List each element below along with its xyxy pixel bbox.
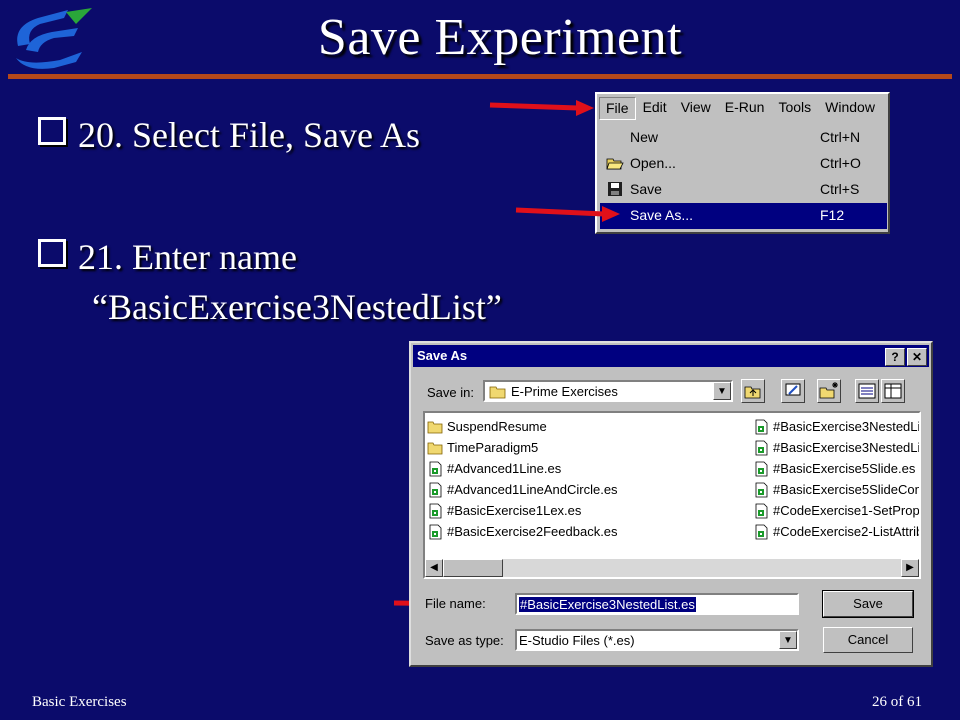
menu-item-new[interactable]: New Ctrl+N (600, 125, 887, 151)
folder-icon (427, 442, 443, 455)
file-name: #BasicExercise5Slide.es (773, 461, 916, 476)
menu-item-label: Save As... (630, 207, 694, 223)
es-file-icon (429, 524, 442, 540)
menu-item-label: New (630, 129, 659, 145)
details-view-icon (884, 383, 902, 399)
file-name: SuspendResume (447, 419, 547, 434)
es-file-icon (755, 461, 768, 477)
bullet-1-text: 20. Select File, Save As (78, 115, 420, 155)
dialog-titlebar[interactable]: Save As ? ✕ (413, 345, 929, 367)
save-in-dropdown[interactable]: E-Prime Exercises ▼ (483, 380, 733, 402)
es-file-icon (755, 482, 768, 498)
file-name: #BasicExercise2Feedback.es (447, 524, 618, 539)
title-divider (8, 74, 952, 79)
file-name: #BasicExercise5SlideCom (773, 482, 921, 497)
checkbox-bullet-icon (38, 117, 66, 145)
file-name: #Advanced1LineAndCircle.es (447, 482, 618, 497)
es-file-icon (429, 461, 442, 477)
list-view-icon (858, 383, 876, 399)
dialog-title: Save As (417, 348, 468, 363)
open-folder-icon (606, 158, 624, 170)
save-in-label: Save in: (427, 385, 474, 400)
pointer-arrow-icon (515, 206, 620, 222)
menu-item-shortcut: Ctrl+O (820, 155, 861, 171)
details-view-button[interactable] (881, 379, 905, 403)
file-name: #BasicExercise1Lex.es (447, 503, 582, 518)
scroll-right-icon[interactable]: ▶ (901, 559, 919, 577)
chevron-down-icon[interactable]: ▼ (779, 631, 797, 649)
file-name-value: #BasicExercise3NestedList.es (519, 597, 696, 612)
menu-item-label: Save (630, 181, 662, 197)
es-file-icon (429, 503, 442, 519)
file-name: #Advanced1Line.es (447, 461, 562, 476)
file-menu-screenshot: File Edit View E-Run Tools Window New Ct… (595, 92, 890, 234)
menu-item-shortcut: Ctrl+S (820, 181, 860, 197)
menu-window[interactable]: Window (818, 96, 882, 120)
help-button[interactable]: ? (885, 348, 905, 366)
es-file-icon (429, 482, 442, 498)
page-number: 26 of 61 (872, 694, 922, 710)
file-name: TimeParadigm5 (447, 440, 539, 455)
save-as-type-value: E-Studio Files (*.es) (519, 633, 635, 648)
bullet-2: 21. Enter name (38, 236, 297, 278)
save-button[interactable]: Save (822, 590, 914, 618)
menu-erun[interactable]: E-Run (718, 96, 772, 120)
scroll-thumb[interactable] (443, 559, 503, 577)
save-as-type-dropdown[interactable]: E-Studio Files (*.es) ▼ (515, 629, 799, 651)
bullet-2-text: 21. Enter name (78, 237, 297, 277)
es-file-icon (755, 440, 768, 456)
pointer-arrow-icon (489, 100, 594, 116)
slide: Save Experiment 20. Select File, Save As… (0, 0, 960, 720)
save-as-type-label: Save as type: (425, 633, 504, 648)
file-name-label: File name: (425, 596, 486, 611)
up-folder-icon (744, 386, 761, 399)
file-name: #BasicExercise3NestedLi: (773, 419, 921, 434)
folder-icon (489, 386, 506, 399)
horizontal-scrollbar[interactable]: ◀ ▶ (425, 559, 919, 577)
file-dropdown: New Ctrl+N Open... Ctrl+O Save Ctrl+S Sa… (600, 122, 887, 232)
menu-bar: File Edit View E-Run Tools Window (599, 96, 886, 120)
chevron-down-icon[interactable]: ▼ (713, 382, 731, 400)
menu-item-label: Open... (630, 155, 676, 171)
menu-item-shortcut: Ctrl+N (820, 129, 861, 145)
desktop-icon (785, 383, 801, 396)
menu-edit[interactable]: Edit (636, 96, 674, 120)
es-file-icon (755, 419, 768, 435)
footer-section-title: Basic Exercises (32, 694, 127, 710)
file-name: #CodeExercise1-SetPrope (773, 503, 921, 518)
es-file-icon (755, 503, 768, 519)
menu-file[interactable]: File (599, 97, 636, 120)
checkbox-bullet-icon (38, 239, 66, 267)
bullet-1: 20. Select File, Save As (38, 114, 420, 156)
new-folder-button[interactable] (817, 379, 841, 403)
desktop-button[interactable] (781, 379, 805, 403)
save-in-value: E-Prime Exercises (511, 384, 618, 399)
save-as-dialog: Save As ? ✕ Save in: E-Prime Exercises ▼ (409, 341, 933, 667)
floppy-disk-icon (608, 182, 622, 196)
menu-item-save-as[interactable]: Save As... F12 (600, 203, 887, 229)
file-name: #BasicExercise3NestedLi: (773, 440, 921, 455)
menu-tools[interactable]: Tools (771, 96, 818, 120)
up-one-level-button[interactable] (741, 379, 765, 403)
file-list[interactable]: SuspendResume TimeParadigm5 #Advanced1Line… (423, 411, 921, 579)
folder-icon (427, 421, 443, 434)
es-file-icon (755, 524, 768, 540)
new-folder-icon (819, 382, 838, 399)
file-name-input[interactable]: #BasicExercise3NestedList.es (515, 593, 799, 615)
close-button[interactable]: ✕ (907, 348, 927, 366)
bullet-2-continuation: “BasicExercise3NestedList” (92, 287, 502, 327)
menu-item-save[interactable]: Save Ctrl+S (600, 177, 887, 203)
file-name: #CodeExercise2-ListAttribu (773, 524, 921, 539)
cancel-button[interactable]: Cancel (823, 627, 913, 653)
menu-item-open[interactable]: Open... Ctrl+O (600, 151, 887, 177)
menu-item-shortcut: F12 (820, 207, 845, 223)
slide-title: Save Experiment (317, 9, 683, 66)
menu-view[interactable]: View (674, 96, 718, 120)
list-view-button[interactable] (855, 379, 879, 403)
scroll-left-icon[interactable]: ◀ (425, 559, 443, 577)
